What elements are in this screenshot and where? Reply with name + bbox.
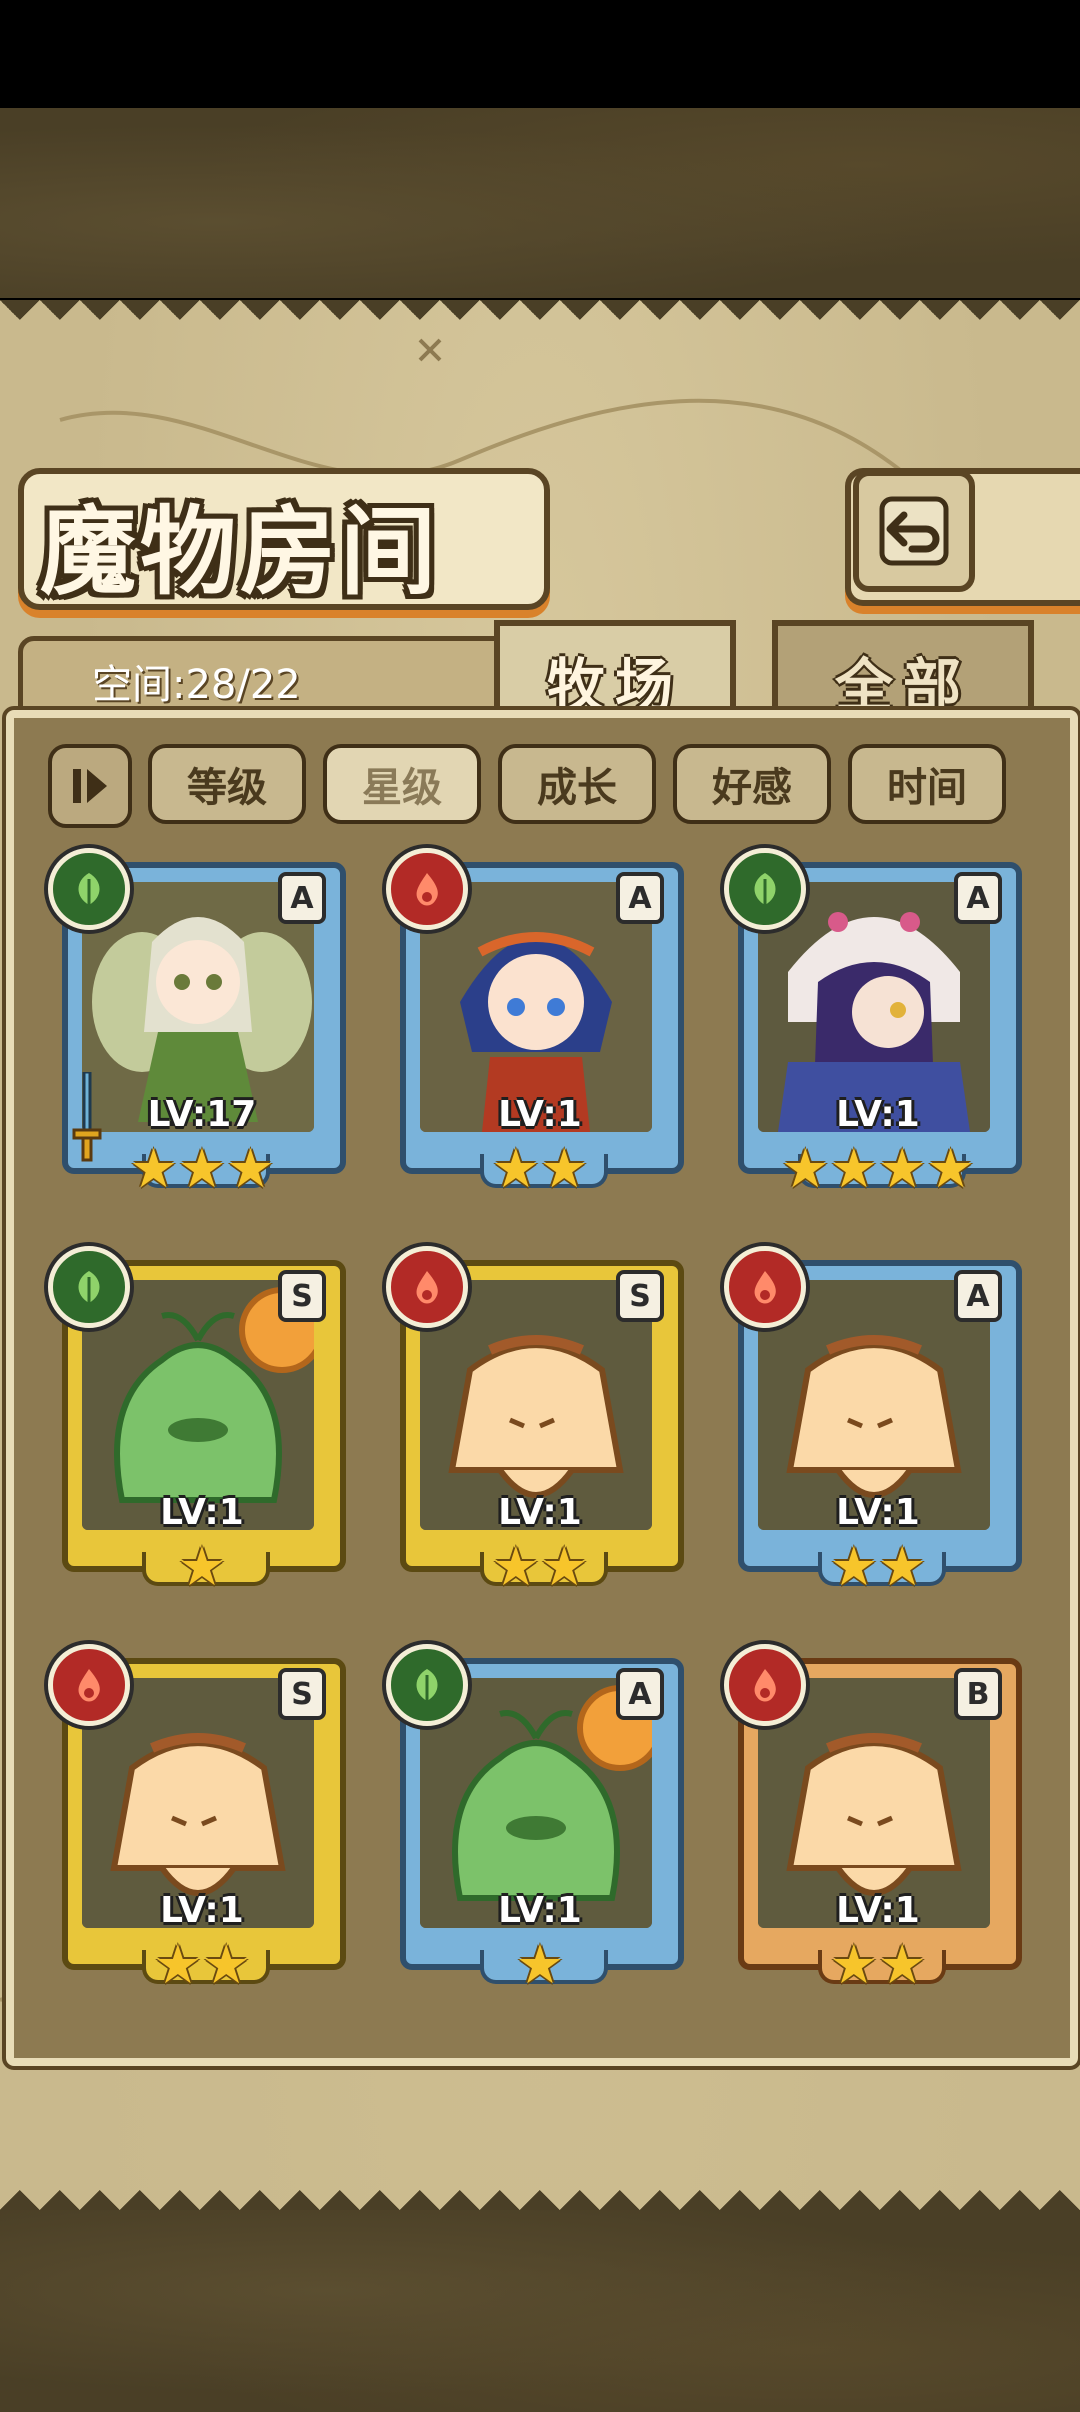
level-label: LV:1: [836, 1094, 920, 1135]
grass-element-icon: [724, 848, 806, 930]
monster-card[interactable]: B LV:1 ★★: [724, 1644, 1022, 1992]
star-rating: ★: [515, 1933, 565, 1996]
grass-element-icon: [48, 1246, 130, 1328]
fire-element-icon: [386, 1246, 468, 1328]
filter-row: 等级 星级 成长 好感 时间: [48, 744, 1008, 828]
star-rating: ★★: [491, 1137, 589, 1200]
rank-badge: S: [278, 1270, 326, 1322]
filter-star-button[interactable]: 星级: [323, 744, 481, 824]
rank-badge: A: [278, 872, 326, 924]
star-rating: ★★: [491, 1535, 589, 1598]
filter-time-button[interactable]: 时间: [848, 744, 1006, 824]
monster-card[interactable]: S LV:1 ★★: [386, 1246, 684, 1594]
monster-card[interactable]: A LV:1 ★: [386, 1644, 684, 1992]
star-rating: ★: [177, 1535, 227, 1598]
page-title: 魔物房间: [40, 495, 440, 608]
level-label: LV:1: [836, 1492, 920, 1533]
level-label: LV:1: [836, 1890, 920, 1931]
return-arrow-icon: [879, 496, 949, 566]
rank-badge: S: [278, 1668, 326, 1720]
monster-card[interactable]: S LV:1 ★★: [48, 1644, 346, 1992]
rank-badge: A: [954, 1270, 1002, 1322]
monster-card[interactable]: A LV:1 ★★★★: [724, 848, 1022, 1196]
space-capacity-label: 空间:28/22: [92, 662, 301, 708]
star-rating: ★★: [829, 1535, 927, 1598]
torn-edge-top: [0, 300, 1080, 340]
fire-element-icon: [724, 1246, 806, 1328]
monster-card[interactable]: A LV:1 ★★: [386, 848, 684, 1196]
grass-element-icon: [386, 1644, 468, 1726]
status-bar: [0, 0, 1080, 108]
filter-level-button[interactable]: 等级: [148, 744, 306, 824]
fire-element-icon: [48, 1644, 130, 1726]
star-rating: ★★★: [129, 1137, 275, 1200]
sort-order-toggle[interactable]: [48, 744, 132, 828]
rank-badge: A: [616, 872, 664, 924]
level-label: LV:1: [498, 1094, 582, 1135]
sort-order-icon: [73, 769, 107, 803]
rank-badge: A: [616, 1668, 664, 1720]
monster-card[interactable]: A LV:1 ★★: [724, 1246, 1022, 1594]
monster-card[interactable]: A LV:17 ★★★: [48, 848, 346, 1196]
monster-card[interactable]: S LV:1 ★: [48, 1246, 346, 1594]
rank-badge: S: [616, 1270, 664, 1322]
level-label: LV:1: [160, 1890, 244, 1931]
star-rating: ★★★★: [781, 1137, 975, 1200]
filter-growth-button[interactable]: 成长: [498, 744, 656, 824]
filter-affinity-button[interactable]: 好感: [673, 744, 831, 824]
map-background-top: [0, 108, 1080, 298]
level-label: LV:1: [498, 1492, 582, 1533]
level-label: LV:1: [498, 1890, 582, 1931]
level-label: LV:1: [160, 1492, 244, 1533]
rank-badge: A: [954, 872, 1002, 924]
rank-badge: B: [954, 1668, 1002, 1720]
back-button[interactable]: [853, 470, 975, 592]
grass-element-icon: [48, 848, 130, 930]
map-background-bottom: [0, 2210, 1080, 2412]
fire-element-icon: [386, 848, 468, 930]
star-rating: ★★: [153, 1933, 251, 1996]
level-label: LV:17: [147, 1094, 257, 1135]
fire-element-icon: [724, 1644, 806, 1726]
star-rating: ★★: [829, 1933, 927, 1996]
torn-edge-bottom: [0, 2170, 1080, 2210]
